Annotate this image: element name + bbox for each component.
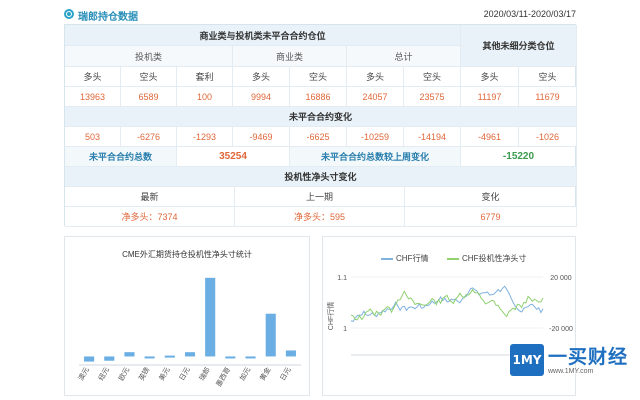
value-comm-short: 16886 [290, 87, 347, 107]
date-range: 2020/03/11-2020/03/17 [483, 9, 576, 19]
bar [285, 350, 296, 357]
logo-name: 一买财经 [548, 346, 629, 368]
change-value: -6625 [290, 127, 347, 147]
col-total-long: 多头 [347, 67, 404, 87]
net-change-label: 变化 [405, 187, 577, 207]
bar-chart: 澳元 纽元 欧元 英镑 美元 日元 瑞郎 墨西哥 加元 黄金 日元 [76, 277, 301, 388]
x-tick-label: 澳元 [76, 366, 91, 383]
x-tick-label: 瑞郎 [197, 366, 212, 383]
col-total-short: 空头 [404, 67, 461, 87]
change-title: 未平合合约变化 [65, 107, 577, 127]
change-value: -10259 [347, 127, 404, 147]
bar [184, 352, 196, 357]
bar [164, 355, 175, 358]
value-total-long: 24057 [347, 87, 404, 107]
group-header-commercial-spec: 商业类与投机类未平合合约仓位 [65, 25, 461, 46]
net-position-title: 投机性净头寸变化 [65, 167, 577, 187]
logo-mark: 1MY [510, 344, 544, 376]
y-left-axis-label: CHF行情 [326, 302, 335, 330]
net-change-value: 6779 [405, 207, 577, 227]
subheader-total: 总计 [347, 46, 461, 67]
value-total-short: 23575 [404, 87, 461, 107]
bar-chart-panel: CME外汇期货持仓投机性净头寸统计 澳元 纽元 欧元 英镑 美元 日元 瑞郎 墨西哥 加元 黄金日… [64, 236, 310, 396]
net-prev-value: 净多头：595 [235, 207, 405, 227]
col-other-long: 多头 [461, 67, 519, 87]
bar [124, 352, 135, 357]
col-other-short: 空头 [519, 67, 577, 87]
subheader-spec: 投机类 [65, 46, 233, 67]
change-value: -4961 [461, 127, 519, 147]
group-header-other: 其他未细分类仓位 [461, 25, 577, 67]
x-tick-label: 日元 [279, 366, 293, 382]
value-other-long: 11197 [461, 87, 519, 107]
section-title: 瑞郎持仓数据 [78, 12, 138, 23]
bar [144, 356, 155, 359]
change-value: -14194 [404, 127, 461, 147]
x-tick-label: 英镑 [137, 366, 152, 383]
y-left-tick: 1.1 [337, 275, 347, 282]
section-bullet-icon [64, 9, 74, 19]
oi-change-label: 未平合合约总数较上周变化 [290, 147, 461, 167]
bar [104, 356, 115, 361]
positions-table: 商业类与投机类未平合合约仓位 其他未细分类仓位 投机类 商业类 总计 多头 空头… [64, 24, 577, 227]
y-left-tick: 1 [343, 326, 347, 333]
change-value: -9469 [233, 127, 290, 147]
change-value: 503 [65, 127, 121, 147]
change-value: -6276 [121, 127, 177, 147]
section-header: 瑞郎持仓数据 2020/03/11-2020/03/17 [64, 6, 576, 23]
oi-total-value: 35254 [177, 147, 290, 167]
col-spec-short: 空头 [121, 67, 177, 87]
y-right-tick: 20 000 [550, 275, 572, 282]
bar [245, 356, 256, 359]
col-comm-long: 多头 [233, 67, 290, 87]
series-line-chf-price [350, 285, 544, 322]
col-spec-spread: 套利 [177, 67, 233, 87]
net-prev-label: 上一期 [235, 187, 405, 207]
bar [265, 313, 276, 357]
oi-total-label: 未平合合约总数 [65, 147, 177, 167]
bar [225, 356, 236, 359]
x-tick-label: 纽元 [96, 366, 111, 383]
x-tick-label: 墨西哥 [215, 366, 232, 388]
brand-logo: 1MY 一买财经 www.1MY.com [510, 342, 636, 380]
net-latest-value: 净多头：7374 [65, 207, 235, 227]
y-right-tick: -20 000 [549, 326, 573, 333]
bar [205, 277, 216, 357]
x-tick-label: 加元 [237, 366, 252, 383]
value-spec-spread: 100 [177, 87, 233, 107]
change-value: -1026 [519, 127, 577, 147]
bar [84, 356, 95, 362]
oi-change-value: -15220 [461, 147, 577, 167]
x-tick-label: 欧元 [116, 366, 131, 383]
value-comm-long: 9994 [233, 87, 290, 107]
value-spec-short: 6589 [121, 87, 177, 107]
value-other-short: 11679 [519, 87, 577, 107]
value-spec-long: 13963 [65, 87, 121, 107]
net-latest-label: 最新 [65, 187, 235, 207]
x-tick-label: 美元 [157, 366, 172, 383]
x-tick-label: 日元 [178, 366, 192, 382]
col-comm-short: 空头 [290, 67, 347, 87]
subheader-commercial: 商业类 [233, 46, 347, 67]
logo-url: www.1MY.com [548, 368, 594, 375]
x-tick-label: 黄金 [258, 366, 273, 383]
change-value: -1293 [177, 127, 233, 147]
col-spec-long: 多头 [65, 67, 121, 87]
